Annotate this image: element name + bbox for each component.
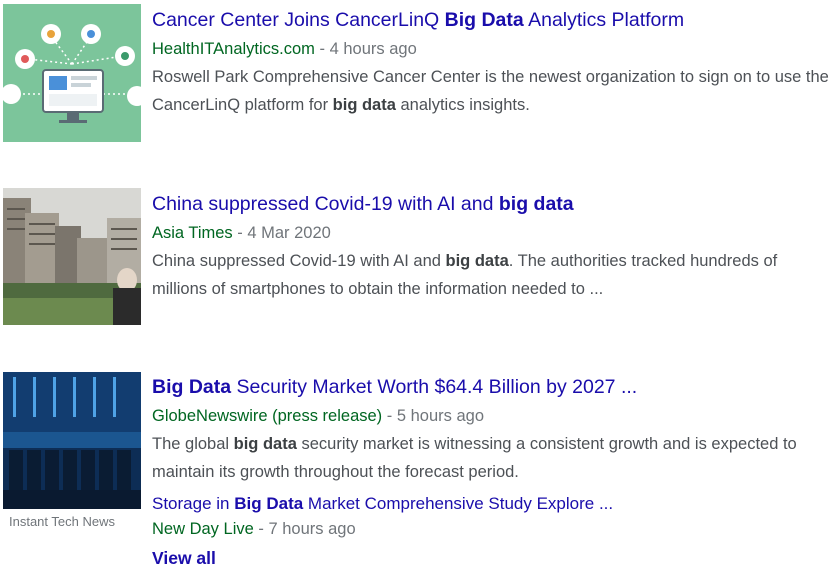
analytics-illustration-icon <box>3 4 141 142</box>
snippet-highlight: big data <box>233 435 297 453</box>
article-snippet: Roswell Park Comprehensive Cancer Center… <box>152 63 832 119</box>
article-thumbnail[interactable] <box>3 188 141 325</box>
related-article-link[interactable]: Storage in Big Data Market Comprehensive… <box>152 493 613 515</box>
view-all-link[interactable]: View all <box>152 548 216 569</box>
title-text: Analytics Platform <box>523 9 685 31</box>
article-snippet: China suppressed Covid-19 with AI and bi… <box>152 247 832 303</box>
buildings-photo-icon <box>3 188 141 325</box>
title-highlight: Big Data <box>444 9 524 31</box>
article-title-link[interactable]: Cancer Center Joins CancerLinQ Big Data … <box>152 8 684 32</box>
title-highlight: Big Data <box>234 494 304 513</box>
timestamp: 4 Mar 2020 <box>247 224 331 242</box>
data-center-photo-icon <box>3 372 141 509</box>
separator: - <box>232 224 248 242</box>
title-highlight: Big Data <box>152 376 232 398</box>
snippet-text: The global <box>152 435 234 453</box>
title-text: Security Market Worth $64.4 Billion by 2… <box>231 376 638 398</box>
article-snippet: The global big data security market is w… <box>152 430 832 486</box>
article-thumbnail[interactable] <box>3 372 141 509</box>
snippet-highlight: big data <box>445 252 509 270</box>
related-source-line: New Day Live - 7 hours ago <box>152 518 356 540</box>
article-source-line: GlobeNewswire (press release) - 5 hours … <box>152 405 484 427</box>
article-title-link[interactable]: China suppressed Covid-19 with AI and bi… <box>152 192 574 216</box>
source-name: Asia Times <box>152 224 233 242</box>
title-text: Market Comprehensive Study Explore ... <box>303 494 614 513</box>
snippet-text: China suppressed Covid-19 with AI and <box>152 252 446 270</box>
separator: - <box>253 520 269 538</box>
title-text: China suppressed Covid-19 with AI and <box>152 193 499 215</box>
separator: - <box>382 407 397 425</box>
title-highlight: big data <box>498 193 574 215</box>
article-source-line: HealthITAnalytics.com - 4 hours ago <box>152 38 417 60</box>
article-thumbnail[interactable] <box>3 4 141 142</box>
timestamp: 4 hours ago <box>329 40 417 58</box>
snippet-text: analytics insights. <box>395 96 530 114</box>
source-name: New Day Live <box>152 520 254 538</box>
article-title-link[interactable]: Big Data Security Market Worth $64.4 Bil… <box>152 375 637 399</box>
title-text: Cancer Center Joins CancerLinQ <box>152 9 445 31</box>
snippet-highlight: big data <box>332 96 396 114</box>
source-name: GlobeNewswire (press release) <box>152 407 383 425</box>
title-text: Storage in <box>152 494 235 513</box>
separator: - <box>314 40 330 58</box>
thumbnail-caption: Instant Tech News <box>9 514 115 529</box>
source-name: HealthITAnalytics.com <box>152 40 315 58</box>
article-source-line: Asia Times - 4 Mar 2020 <box>152 222 331 244</box>
timestamp: 7 hours ago <box>268 520 356 538</box>
timestamp: 5 hours ago <box>396 407 484 425</box>
